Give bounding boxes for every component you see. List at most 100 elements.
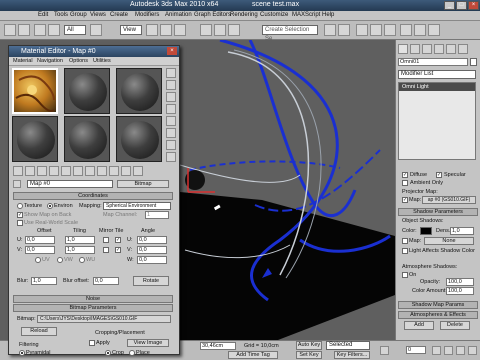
menu-help[interactable]: Help	[322, 12, 334, 18]
sample-type-icon[interactable]	[166, 68, 176, 78]
hierarchy-tab-icon[interactable]	[422, 44, 432, 54]
assign-material-icon[interactable]	[37, 166, 47, 176]
v-offset-field[interactable]: 0,0	[25, 246, 55, 254]
stack-item-omni-light[interactable]: Omni Light	[399, 83, 475, 91]
maximize-icon[interactable]: □	[456, 1, 467, 10]
diffuse-checkbox[interactable]: ✓	[402, 172, 408, 178]
ambient-only-checkbox[interactable]	[402, 180, 408, 186]
x-coordinate-field[interactable]: 30,46cm	[200, 342, 236, 350]
sample-slot-3[interactable]	[116, 68, 162, 114]
sample-slot-4[interactable]	[12, 116, 58, 162]
pick-material-icon[interactable]	[13, 180, 21, 188]
show-end-result-icon[interactable]	[109, 166, 119, 176]
add-time-tag-button[interactable]: Add Time Tag	[228, 351, 278, 359]
frame-field[interactable]: 0	[406, 346, 426, 354]
menu-customize[interactable]: Customize	[260, 12, 288, 18]
atmospheres-effects-rollout[interactable]: Atmospheres & Effects	[398, 311, 478, 319]
motion-tab-icon[interactable]	[434, 44, 444, 54]
map-name-field[interactable]: Map #0	[27, 180, 113, 188]
undo-icon[interactable]	[4, 24, 16, 36]
u-offset-field[interactable]: 0,0	[25, 236, 55, 244]
mirror-icon[interactable]	[324, 24, 336, 36]
sample-slot-1[interactable]	[12, 68, 58, 114]
close-icon[interactable]: ×	[468, 1, 479, 10]
put-to-scene-icon[interactable]	[25, 166, 35, 176]
scale-icon[interactable]	[174, 24, 186, 36]
put-to-library-icon[interactable]	[73, 166, 83, 176]
material-editor-icon[interactable]	[384, 24, 396, 36]
me-menu-options[interactable]: Options	[69, 58, 88, 64]
modifier-list-select[interactable]: Modifier List	[398, 70, 476, 79]
link-icon[interactable]	[34, 24, 46, 36]
w-angle-field[interactable]: 0,0	[137, 256, 167, 264]
map-channel-field[interactable]: 1	[145, 211, 169, 219]
curve-editor-icon[interactable]	[356, 24, 368, 36]
projector-map-checkbox[interactable]: ✓	[402, 197, 408, 203]
shadow-map-button[interactable]: None	[424, 237, 474, 245]
bitmap-parameters-rollout[interactable]: Bitmap Parameters	[13, 304, 173, 312]
sample-slot-6[interactable]	[116, 116, 162, 162]
menu-group[interactable]: Group	[70, 12, 87, 18]
uv-radio[interactable]	[35, 257, 41, 263]
map-type-button[interactable]: Bitmap	[117, 180, 169, 188]
mapping-select[interactable]: Spherical Environment	[103, 202, 171, 210]
projector-map-button[interactable]: ap #0 (GS010.GIF)	[422, 196, 476, 204]
noise-rollout[interactable]: Noise	[13, 295, 173, 303]
maximize-viewport-icon[interactable]	[468, 346, 477, 355]
go-forward-sibling-icon[interactable]	[133, 166, 143, 176]
add-effect-button[interactable]: Add	[404, 321, 434, 330]
coordinates-rollout[interactable]: Coordinates	[13, 192, 173, 200]
render-teapot-icon[interactable]	[428, 24, 440, 36]
reference-coord-select[interactable]: View	[120, 25, 142, 35]
object-name-field[interactable]: Omni01	[398, 58, 468, 66]
make-preview-icon[interactable]	[166, 128, 176, 138]
atmosphere-on-checkbox[interactable]	[402, 272, 408, 278]
select-object-icon[interactable]	[90, 24, 102, 36]
show-map-back-checkbox[interactable]: ✓	[17, 212, 23, 218]
v-angle-field[interactable]: 0,0	[137, 246, 167, 254]
v-tiling-field[interactable]: 1,0	[65, 246, 95, 254]
place-radio[interactable]	[129, 350, 135, 356]
display-tab-icon[interactable]	[446, 44, 456, 54]
wu-radio[interactable]	[79, 257, 85, 263]
density-field[interactable]: 1,0	[450, 227, 474, 235]
set-key-button[interactable]: Set Key	[296, 351, 322, 359]
reload-button[interactable]: Reload	[21, 327, 57, 336]
shadow-parameters-rollout[interactable]: Shadow Parameters	[398, 208, 478, 216]
opacity-field[interactable]: 100,0	[446, 278, 474, 286]
color-amount-field[interactable]: 100,0	[446, 287, 474, 295]
select-by-material-icon[interactable]	[166, 152, 176, 162]
shadow-map-checkbox[interactable]	[402, 238, 408, 244]
bitmap-path-button[interactable]: C:\Users\JYS\Desktop\IMAGES\GS010.GIF	[37, 315, 171, 323]
u-tile-checkbox[interactable]: ✓	[115, 237, 121, 243]
view-image-button[interactable]: View Image	[127, 339, 169, 347]
me-menu-utilities[interactable]: Utilities	[93, 58, 111, 64]
show-map-in-viewport-icon[interactable]	[97, 166, 107, 176]
reset-map-icon[interactable]	[49, 166, 59, 176]
apply-crop-checkbox[interactable]	[89, 340, 95, 346]
specular-checkbox[interactable]: ✓	[436, 172, 442, 178]
menu-animation[interactable]: Animation	[165, 12, 192, 18]
rotate-button[interactable]: Rotate	[133, 276, 169, 286]
menu-create[interactable]: Create	[110, 12, 128, 18]
create-tab-icon[interactable]	[398, 44, 408, 54]
u-angle-field[interactable]: 0,0	[137, 236, 167, 244]
angle-snap-icon[interactable]	[214, 24, 226, 36]
vw-radio[interactable]	[57, 257, 63, 263]
texture-radio[interactable]	[17, 203, 23, 209]
menu-maxscript[interactable]: MAXScript	[292, 12, 320, 18]
options-icon[interactable]	[166, 140, 176, 150]
make-unique-icon[interactable]	[61, 166, 71, 176]
material-editor-close-icon[interactable]: ×	[167, 47, 177, 55]
snap-icon[interactable]	[200, 24, 212, 36]
rendered-frame-icon[interactable]	[414, 24, 426, 36]
redo-icon[interactable]	[18, 24, 30, 36]
modify-tab-icon[interactable]	[410, 44, 420, 54]
align-icon[interactable]	[338, 24, 350, 36]
zoom-icon[interactable]	[432, 346, 441, 355]
menu-views[interactable]: Views	[90, 12, 106, 18]
selection-set-input[interactable]: Create Selection Se	[262, 25, 318, 42]
pan-icon[interactable]	[444, 346, 453, 355]
menu-modifiers[interactable]: Modifiers	[135, 12, 159, 18]
orbit-icon[interactable]	[456, 346, 465, 355]
